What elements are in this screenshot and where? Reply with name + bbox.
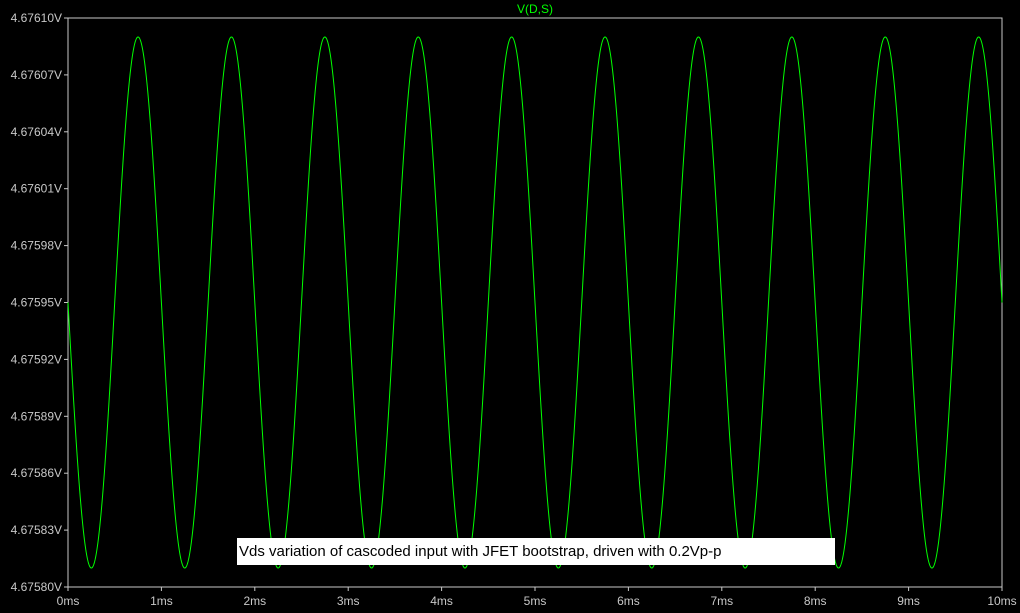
series-line-vds	[67, 36, 1003, 569]
x-axis: 0ms 1ms 2ms 3ms 4ms 5ms 6ms 7ms 8ms 9ms 10ms	[57, 587, 1017, 608]
y-tick-label: 4.67583V	[11, 523, 62, 537]
y-tick-label: 4.67595V	[11, 296, 62, 310]
y-tick-label: 4.67604V	[11, 125, 62, 139]
x-tick-label: 1ms	[150, 594, 173, 608]
annotation-box[interactable]: Vds variation of cascoded input with JFE…	[237, 538, 835, 565]
series-title[interactable]: V(D,S)	[517, 2, 553, 16]
y-tick-label: 4.67601V	[11, 182, 62, 196]
x-tick-label: 4ms	[430, 594, 453, 608]
x-tick-label: 10ms	[987, 594, 1016, 608]
y-tick-label: 4.67580V	[11, 580, 62, 594]
x-tick-label: 3ms	[337, 594, 360, 608]
x-tick-label: 8ms	[804, 594, 827, 608]
x-tick-label: 0ms	[57, 594, 80, 608]
x-tick-label: 6ms	[617, 594, 640, 608]
y-tick-label: 4.67607V	[11, 68, 62, 82]
waveform-chart: V(D,S) 4.67610V4.67607V4.67604V4.67601V4…	[11, 2, 1017, 608]
y-tick-label: 4.67586V	[11, 466, 62, 480]
x-tick-label: 7ms	[710, 594, 733, 608]
y-axis: 4.67610V 4.67607V 4.67604V 4.67601V 4.67598V…	[11, 11, 68, 594]
x-tick-label: 9ms	[897, 594, 920, 608]
x-tick-label: 5ms	[524, 594, 547, 608]
annotation-text: Vds variation of cascoded input with JFE…	[239, 543, 721, 560]
y-tick-label: 4.67592V	[11, 352, 62, 366]
y-tick-label: 4.67610V	[11, 11, 62, 25]
x-tick-label: 2ms	[243, 594, 266, 608]
y-tick-label: 4.67589V	[11, 409, 62, 423]
y-tick-label: 4.67598V	[11, 239, 62, 253]
